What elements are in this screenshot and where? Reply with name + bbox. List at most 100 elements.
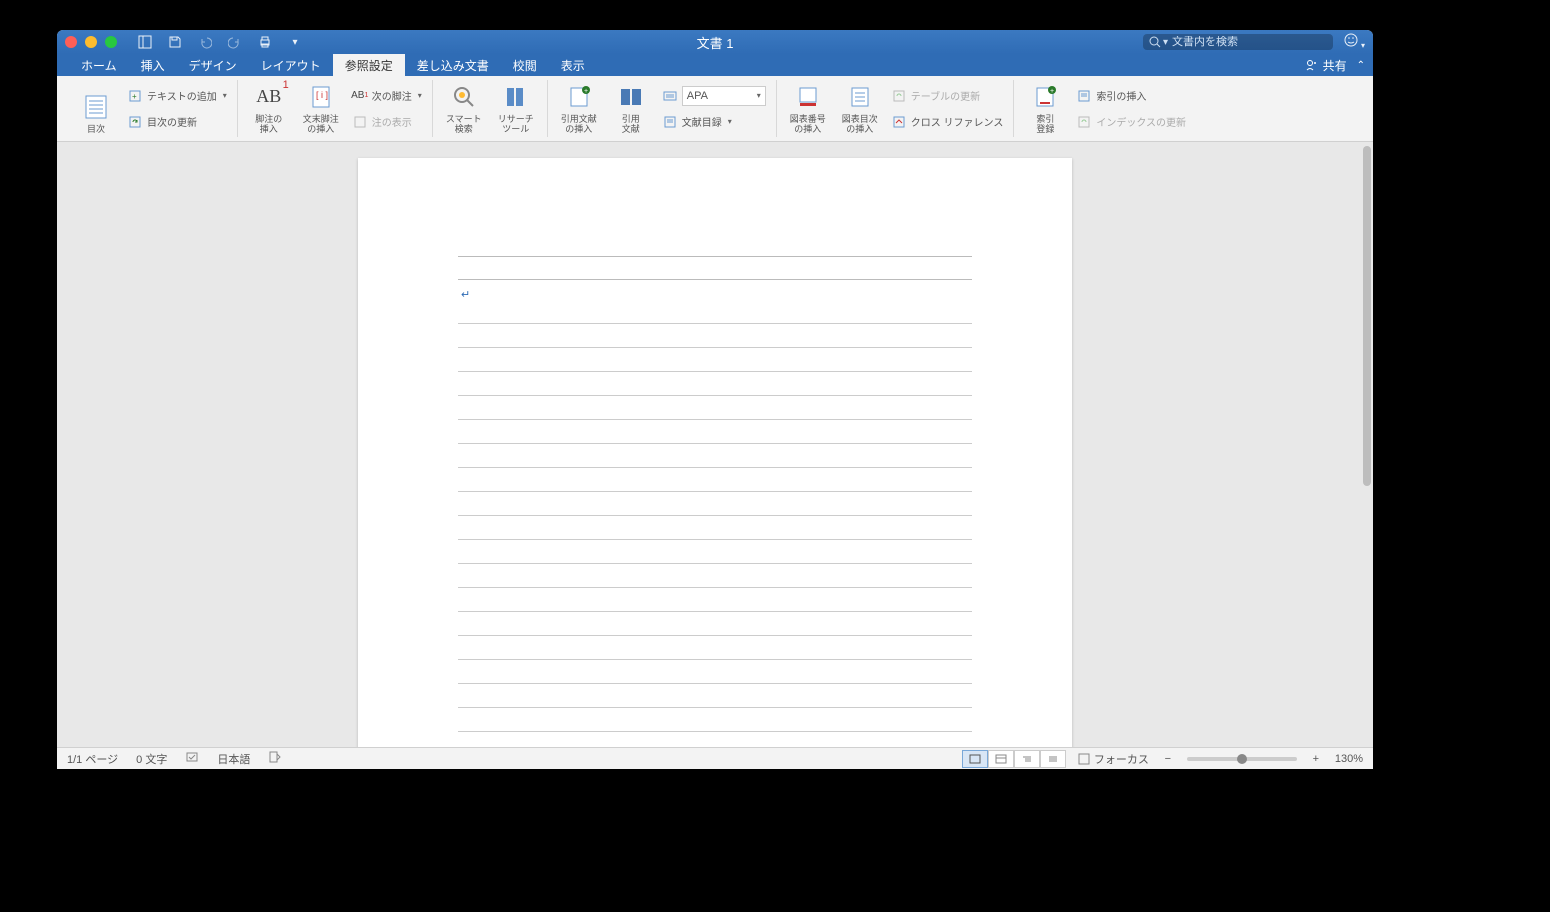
bibliography-icon (662, 114, 678, 130)
minimize-window-button[interactable] (85, 36, 97, 48)
next-footnote-icon: AB1 (352, 88, 368, 104)
zoom-in-button[interactable]: + (1309, 753, 1323, 765)
ribbon-group-index: + 索引 登録 索引の挿入 インデックスの更新 (1014, 80, 1196, 137)
panel-icon[interactable] (137, 34, 153, 50)
next-footnote-button[interactable]: AB1 次の脚注▾ (350, 85, 424, 107)
insert-endnote-button[interactable]: [ i ] 文末脚注 の挿入 (298, 81, 344, 137)
show-notes-icon (352, 114, 368, 130)
undo-icon[interactable] (197, 34, 213, 50)
print-icon[interactable] (257, 34, 273, 50)
mark-entry-icon: + (1029, 81, 1061, 113)
insert-footnote-button[interactable]: AB1 脚注の 挿入 (246, 81, 292, 137)
bibliography-button[interactable]: 文献目録▾ (660, 111, 768, 133)
insert-caption-button[interactable]: 図表番号 の挿入 (785, 81, 831, 137)
track-changes-icon[interactable] (268, 750, 282, 767)
caption-icon (792, 81, 824, 113)
grid-line (458, 420, 972, 444)
document-page[interactable]: ↵ (358, 158, 1072, 747)
paragraph-mark-icon: ↵ (461, 288, 470, 301)
toc-button[interactable]: 目次 (73, 81, 119, 137)
ribbon-group-citations: + 引用文献 の挿入 引用 文献 APA▾ 文献目録▾ (548, 80, 777, 137)
tab-layout[interactable]: レイアウト (249, 54, 333, 76)
smart-lookup-button[interactable]: スマート 検索 (441, 81, 487, 137)
update-toc-button[interactable]: 目次の更新 (125, 111, 229, 133)
scrollbar-thumb[interactable] (1363, 146, 1371, 486)
tab-references[interactable]: 参照設定 (333, 54, 405, 76)
print-layout-view-button[interactable] (962, 750, 988, 768)
grid-line (458, 444, 972, 468)
search-box[interactable]: ▾ (1143, 34, 1333, 50)
toc-icon (80, 91, 112, 123)
tab-review[interactable]: 校閲 (501, 54, 549, 76)
zoom-out-button[interactable]: − (1161, 753, 1175, 765)
grid-line (458, 588, 972, 612)
style-select[interactable]: APA▾ (682, 86, 766, 106)
tab-design[interactable]: デザイン (177, 54, 249, 76)
update-table-icon (891, 88, 907, 104)
svg-text:[ i ]: [ i ] (316, 90, 328, 100)
app-window: ▾ 文書 1 ▾ ▾ ホーム 挿入 デザイン レイアウト 参照設定 差し込み文書… (57, 30, 1373, 769)
focus-mode-button[interactable]: フォーカス (1078, 751, 1149, 767)
research-icon (500, 81, 532, 113)
grid-line (458, 396, 972, 420)
svg-text:+: + (584, 88, 588, 95)
citations-button[interactable]: 引用 文献 (608, 81, 654, 137)
redo-icon[interactable] (227, 34, 243, 50)
grid-line (458, 300, 972, 324)
language-status[interactable]: 日本語 (217, 751, 250, 767)
update-index-icon (1076, 114, 1092, 130)
ribbon-group-research: スマート 検索 リサーチ ツール (433, 80, 548, 137)
collapse-ribbon-icon[interactable]: ⌃ (1357, 60, 1365, 71)
titlebar: ▾ 文書 1 ▾ ▾ (57, 30, 1373, 54)
qat-customize-icon[interactable]: ▾ (287, 34, 303, 50)
tab-mailings[interactable]: 差し込み文書 (405, 54, 501, 76)
cross-reference-button[interactable]: クロス リファレンス (889, 111, 1006, 133)
show-notes-button: 注の表示 (350, 111, 424, 133)
share-button[interactable]: 共有 (1305, 57, 1347, 74)
view-buttons (962, 750, 1066, 768)
footnote-icon: AB1 (253, 81, 285, 113)
tab-home[interactable]: ホーム (69, 54, 129, 76)
quick-access-toolbar: ▾ (137, 34, 303, 50)
header-area[interactable] (458, 256, 972, 280)
insert-citation-button[interactable]: + 引用文献 の挿入 (556, 81, 602, 137)
feedback-icon[interactable]: ▾ (1343, 32, 1365, 53)
vertical-scrollbar[interactable] (1359, 142, 1373, 747)
add-text-button[interactable]: + テキストの追加▾ (125, 85, 229, 107)
insert-index-button[interactable]: 索引の挿入 (1074, 85, 1188, 107)
tof-icon (844, 81, 876, 113)
traffic-lights (65, 36, 117, 48)
outline-view-button[interactable] (1014, 750, 1040, 768)
grid-line (458, 324, 972, 348)
draft-view-button[interactable] (1040, 750, 1066, 768)
grid-line (458, 684, 972, 708)
spellcheck-icon[interactable] (185, 750, 199, 767)
insert-table-of-figures-button[interactable]: 図表目次 の挿入 (837, 81, 883, 137)
save-icon[interactable] (167, 34, 183, 50)
style-selector[interactable]: APA▾ (660, 85, 768, 107)
web-layout-view-button[interactable] (988, 750, 1014, 768)
focus-icon (1078, 753, 1090, 765)
tab-insert[interactable]: 挿入 (129, 54, 177, 76)
smart-lookup-icon (448, 81, 480, 113)
grid-line (458, 372, 972, 396)
mark-entry-button[interactable]: + 索引 登録 (1022, 81, 1068, 137)
word-count[interactable]: 0 文字 (136, 751, 167, 767)
close-window-button[interactable] (65, 36, 77, 48)
tab-view[interactable]: 表示 (549, 54, 597, 76)
zoom-level[interactable]: 130% (1335, 753, 1363, 765)
search-input[interactable] (1172, 36, 1327, 48)
add-text-icon: + (127, 88, 143, 104)
zoom-slider[interactable] (1187, 757, 1297, 761)
ribbon-tabs: ホーム 挿入 デザイン レイアウト 参照設定 差し込み文書 校閲 表示 共有 ⌃ (57, 54, 1373, 76)
maximize-window-button[interactable] (105, 36, 117, 48)
document-area[interactable]: ↵ (57, 142, 1373, 747)
search-icon (1149, 36, 1161, 48)
zoom-slider-knob[interactable] (1237, 754, 1247, 764)
page-count[interactable]: 1/1 ページ (67, 751, 118, 767)
cross-ref-icon (891, 114, 907, 130)
statusbar: 1/1 ページ 0 文字 日本語 フォーカス − + 130% (57, 747, 1373, 769)
insert-citation-icon: + (563, 81, 595, 113)
ribbon-group-toc: 目次 + テキストの追加▾ 目次の更新 (65, 80, 238, 137)
research-tool-button[interactable]: リサーチ ツール (493, 81, 539, 137)
